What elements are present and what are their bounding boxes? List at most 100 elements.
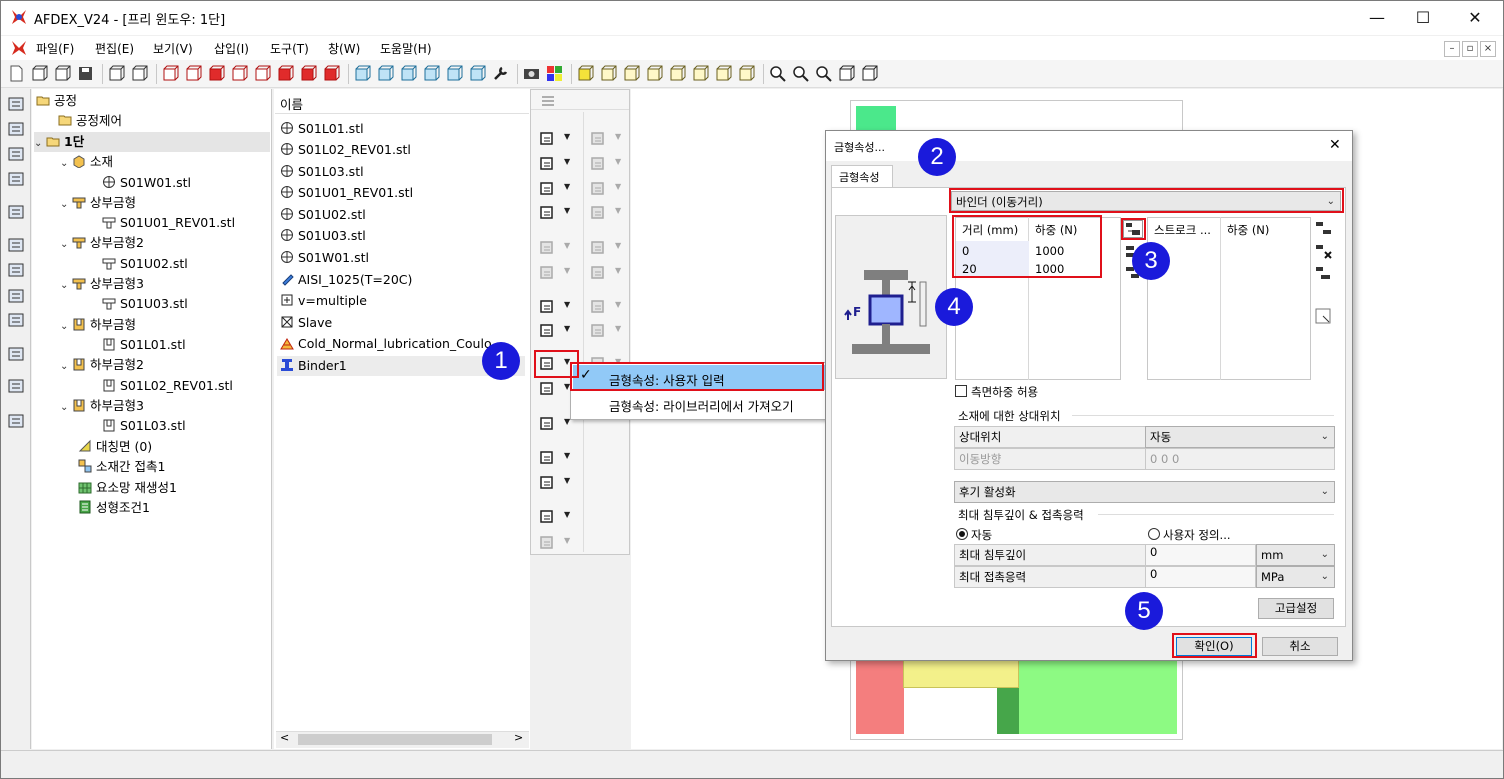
- pen-op-button[interactable]: ▼: [585, 179, 625, 199]
- max-stress-input[interactable]: 0: [1145, 566, 1256, 588]
- insert-row-icon[interactable]: [1315, 265, 1333, 283]
- cube-4-icon[interactable]: [231, 65, 248, 82]
- rotate-icon[interactable]: [861, 65, 878, 82]
- minimize-button[interactable]: —: [1354, 4, 1400, 32]
- tree-item-stl[interactable]: S01W01.stl: [102, 173, 191, 193]
- workpiece-op-button[interactable]: ▼: [534, 129, 574, 149]
- import-icon[interactable]: [108, 65, 125, 82]
- max-depth-input[interactable]: 0: [1145, 544, 1256, 566]
- cone-op-button[interactable]: ▼: [585, 297, 625, 317]
- menu-view[interactable]: 보기(V): [153, 40, 193, 57]
- box-wire-icon[interactable]: [7, 287, 25, 305]
- list-header-name[interactable]: 이름: [280, 94, 303, 113]
- radio-auto[interactable]: [956, 528, 968, 540]
- gear-op-button[interactable]: ▼: [534, 238, 574, 258]
- hand-tool-icon[interactable]: [7, 120, 25, 138]
- cube-14-icon[interactable]: [469, 65, 486, 82]
- list-item[interactable]: S01U03.stl: [280, 226, 366, 246]
- material-op-button[interactable]: ▼: [534, 154, 574, 174]
- menu-help[interactable]: 도움말(H): [380, 40, 432, 57]
- solid-d-icon[interactable]: [715, 65, 732, 82]
- monitor-icon[interactable]: [7, 145, 25, 163]
- pin-op-button[interactable]: ▼: [585, 203, 625, 223]
- checklist-icon[interactable]: [7, 412, 25, 430]
- stack-op-button[interactable]: ▼: [534, 448, 574, 468]
- add-row-icon[interactable]: [1315, 220, 1333, 238]
- tree-item-workpiece[interactable]: ⌄ 소재: [60, 152, 113, 172]
- scroll-right-button[interactable]: >: [514, 731, 523, 744]
- list-item[interactable]: Slave: [280, 313, 332, 333]
- plane2-op-button[interactable]: ▼: [534, 533, 574, 553]
- frame-op-button[interactable]: ▼: [585, 238, 625, 258]
- solid-b-icon[interactable]: [669, 65, 686, 82]
- col-stroke-header[interactable]: 스트로크 ...: [1154, 222, 1211, 238]
- list-item[interactable]: S01L02_REV01.stl: [280, 140, 411, 160]
- tree-item-lower-die[interactable]: ⌄ 하부금형: [60, 315, 136, 335]
- tree-item-contact[interactable]: 소재간 접촉1: [78, 457, 165, 477]
- cube-9-icon[interactable]: [354, 65, 371, 82]
- relative-position-select[interactable]: 자동 ⌄: [1145, 426, 1335, 448]
- context-menu-item-library[interactable]: 금형속성: 라이브러리에서 가져오기: [609, 396, 794, 415]
- ring-op-button[interactable]: ▼: [585, 263, 625, 283]
- export-icon[interactable]: [131, 65, 148, 82]
- lock-op-button[interactable]: ▼: [534, 414, 574, 434]
- stack2-op-button[interactable]: ▼: [534, 473, 574, 493]
- delete-row-icon[interactable]: [1315, 243, 1333, 261]
- plane-op-button[interactable]: ▼: [534, 507, 574, 527]
- zoom-fit-icon[interactable]: [815, 65, 832, 82]
- advanced-settings-button[interactable]: 고급설정: [1258, 598, 1334, 619]
- tree-item-upper-die[interactable]: ⌄ 상부금형: [60, 193, 136, 213]
- nodes-2-icon[interactable]: [7, 261, 25, 279]
- cube-1-icon[interactable]: [162, 65, 179, 82]
- tree-item-stl[interactable]: S01L01.stl: [102, 335, 186, 355]
- mdi-restore-button[interactable]: ▫: [1462, 41, 1478, 57]
- list-item[interactable]: S01U01_REV01.stl: [280, 183, 413, 203]
- cube-5-icon[interactable]: [254, 65, 271, 82]
- tree-item-lower-die-3[interactable]: ⌄ 하부금형3: [60, 396, 144, 416]
- cube-12-icon[interactable]: [423, 65, 440, 82]
- monitor-2-icon[interactable]: [7, 203, 25, 221]
- col-load-header[interactable]: 하중 (N): [1227, 222, 1269, 238]
- ruler-icon[interactable]: [7, 345, 25, 363]
- friction-op-button[interactable]: ▼: [534, 321, 574, 341]
- solid-a-icon[interactable]: [646, 65, 663, 82]
- menu-insert[interactable]: 삽입(I): [214, 40, 249, 57]
- tree-item-stl[interactable]: S01L02_REV01.stl: [102, 376, 233, 396]
- wrench-icon[interactable]: [492, 65, 509, 82]
- solid-yellow-icon[interactable]: [577, 65, 594, 82]
- grid-op-button[interactable]: ▼: [585, 129, 625, 149]
- menu-file[interactable]: 파일(F): [36, 40, 74, 57]
- tree-item-stage-1[interactable]: ⌄ 1단: [34, 132, 270, 152]
- solid-outline-icon[interactable]: [600, 65, 617, 82]
- menu-tools[interactable]: 도구(T): [270, 40, 309, 57]
- tree-item-stl[interactable]: S01L03.stl: [102, 416, 186, 436]
- cube-6-icon[interactable]: [277, 65, 294, 82]
- new-file-icon[interactable]: [8, 65, 25, 82]
- tree-item-upper-die-3[interactable]: ⌄ 상부금형3: [60, 274, 144, 294]
- zoom-in-icon[interactable]: [792, 65, 809, 82]
- tool-op-button[interactable]: ▼: [534, 203, 574, 223]
- tree-item-stl[interactable]: S01U03.stl: [102, 294, 188, 314]
- radio-user-defined[interactable]: [1148, 528, 1160, 540]
- binder-op-button[interactable]: ▼: [534, 379, 574, 399]
- post-activation-select[interactable]: 후기 활성화 ⌄: [954, 481, 1335, 503]
- tree-item-stl[interactable]: S01U02.stl: [102, 254, 188, 274]
- maximize-button[interactable]: ☐: [1400, 4, 1446, 32]
- tree-view-icon[interactable]: [7, 95, 25, 113]
- menu-window[interactable]: 창(W): [328, 40, 360, 57]
- cube-8-icon[interactable]: [323, 65, 340, 82]
- max-depth-unit-select[interactable]: mm ⌄: [1256, 544, 1335, 566]
- nodes-icon[interactable]: [7, 236, 25, 254]
- list-item[interactable]: S01W01.stl: [280, 248, 369, 268]
- scroll-thumb[interactable]: [298, 734, 492, 745]
- cube-13-icon[interactable]: [446, 65, 463, 82]
- solid-e-icon[interactable]: [738, 65, 755, 82]
- open-file-icon[interactable]: [31, 65, 48, 82]
- cube-3-icon[interactable]: [208, 65, 225, 82]
- cube-11-icon[interactable]: [400, 65, 417, 82]
- cube-7-icon[interactable]: [300, 65, 317, 82]
- list-item[interactable]: v=multiple: [280, 291, 367, 311]
- camera-icon[interactable]: [523, 65, 540, 82]
- mdi-close-button[interactable]: ×: [1480, 41, 1496, 57]
- pan-icon[interactable]: [838, 65, 855, 82]
